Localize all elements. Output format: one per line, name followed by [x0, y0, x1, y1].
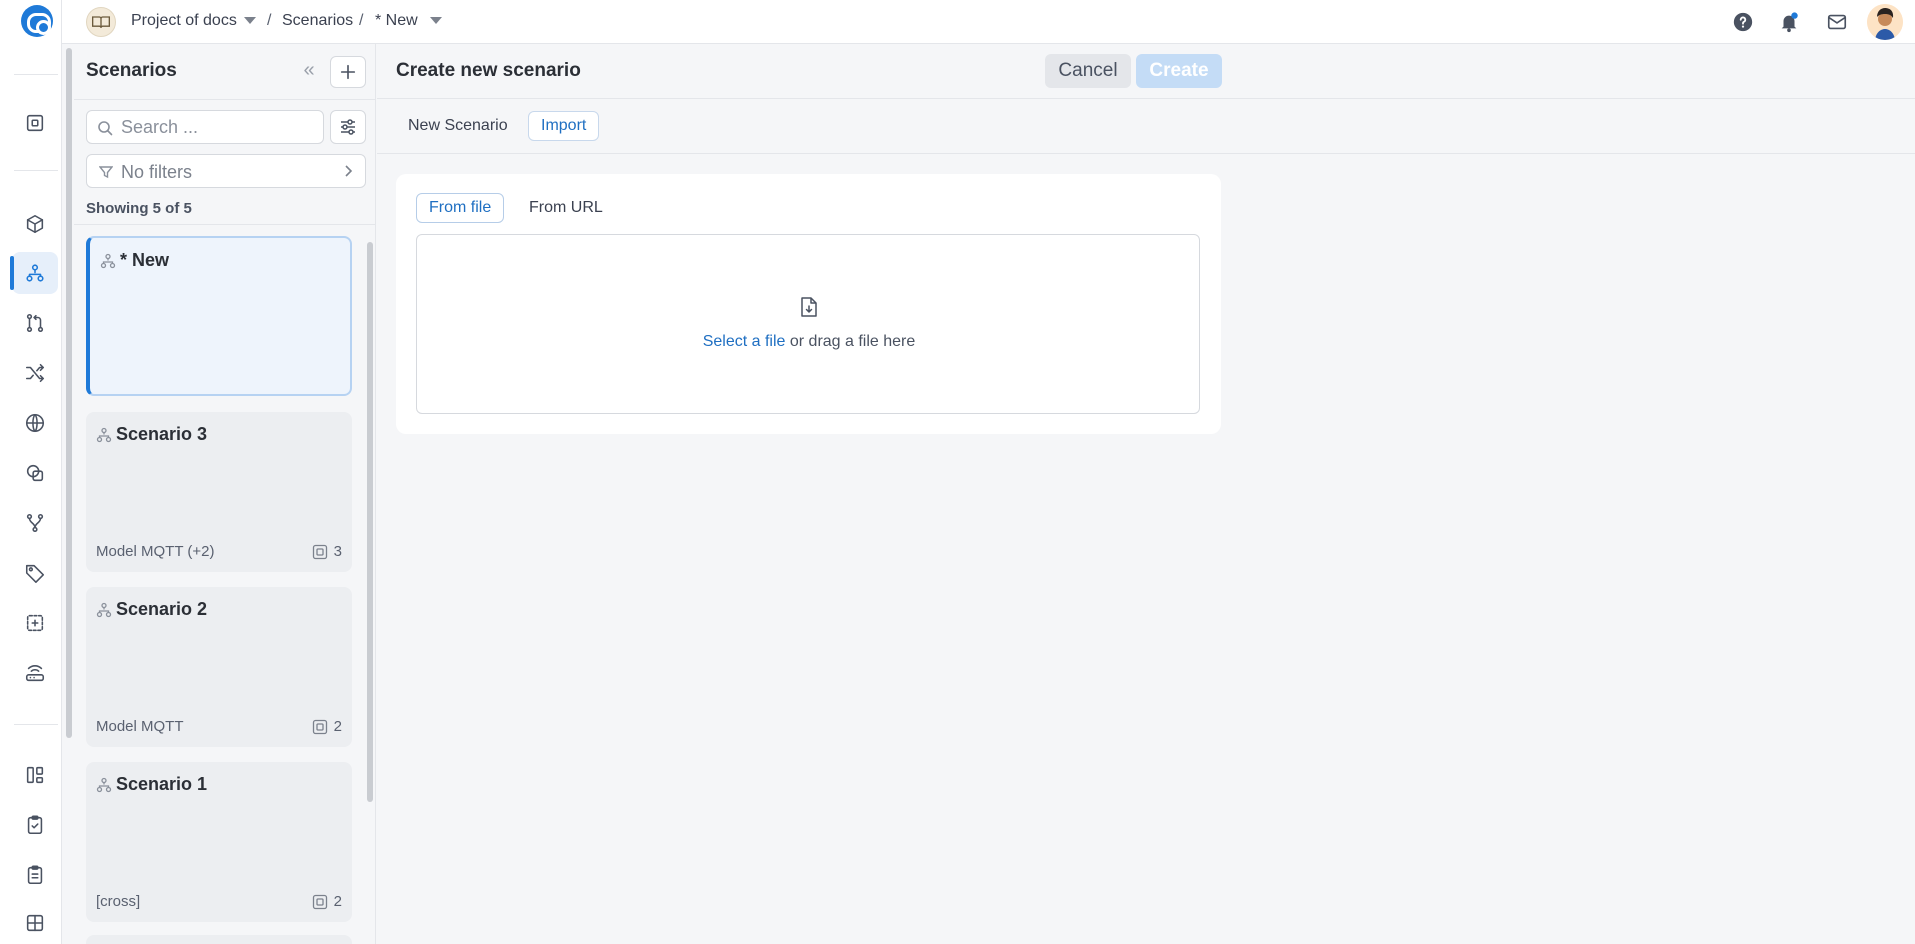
- collapse-panel-icon[interactable]: «: [298, 60, 320, 82]
- rail-divider: [14, 724, 58, 725]
- scenario-model: Model MQTT (+2): [96, 543, 215, 560]
- scenario-icon: [96, 427, 112, 443]
- dropzone-text: Select a file or drag a file here: [417, 333, 1201, 351]
- clipboard-list-icon[interactable]: [12, 854, 58, 896]
- divider: [74, 99, 376, 100]
- cancel-button[interactable]: Cancel: [1045, 54, 1131, 88]
- create-button[interactable]: Create: [1136, 54, 1222, 88]
- scenarios-panel: Scenarios « No filters Showing 5 of 5 * …: [74, 44, 376, 944]
- grid-icon[interactable]: [12, 902, 58, 944]
- rail-divider: [14, 170, 58, 171]
- filter-settings-button[interactable]: [330, 110, 366, 144]
- rail-divider: [14, 74, 58, 75]
- list-scrollbar[interactable]: [367, 242, 373, 802]
- scenario-count-value: 2: [333, 893, 342, 910]
- shuffle-icon[interactable]: [12, 352, 58, 394]
- help-icon[interactable]: [1731, 10, 1755, 34]
- filters-dropdown[interactable]: No filters: [86, 154, 366, 188]
- scenario-model: [cross]: [96, 893, 141, 910]
- scenario-count-value: 2: [333, 718, 342, 735]
- page-title: Create new scenario: [396, 60, 581, 81]
- layout-icon[interactable]: [12, 754, 58, 796]
- main-header: Create new scenario Cancel Create: [377, 44, 1915, 99]
- breadcrumb-separator: /: [267, 12, 272, 29]
- scenario-count: 2: [312, 893, 342, 910]
- scenario-icon: [100, 253, 116, 269]
- scenario-card-new[interactable]: * New: [86, 236, 352, 396]
- scenario-card[interactable]: Scenario 1 [cross] 2: [86, 762, 352, 922]
- model-box-icon: [312, 719, 327, 734]
- results-count: Showing 5 of 5: [86, 200, 192, 217]
- rail-scrollbar[interactable]: [66, 48, 72, 738]
- model-box-icon: [312, 894, 327, 909]
- filter-funnel-icon: [99, 166, 113, 179]
- search-box: [86, 110, 324, 144]
- tab-import[interactable]: Import: [528, 111, 600, 141]
- scenario-card[interactable]: Scenario 3 Model MQTT (+2) 3: [86, 412, 352, 572]
- tab-new-scenario[interactable]: New Scenario: [396, 111, 520, 141]
- scenario-icon: [96, 777, 112, 793]
- scenarios-icon[interactable]: [10, 252, 58, 294]
- scenario-count: 2: [312, 718, 342, 735]
- dashboard-icon[interactable]: [12, 102, 58, 144]
- scenario-title: Scenario 1: [116, 774, 208, 794]
- model-box-icon: [312, 544, 327, 559]
- pull-request-icon[interactable]: [12, 302, 58, 344]
- divider: [74, 224, 376, 225]
- scenario-card[interactable]: Scenario 2 Model MQTT 2: [86, 587, 352, 747]
- tab-from-file[interactable]: From file: [416, 193, 505, 223]
- panel-title: Scenarios: [86, 60, 177, 81]
- left-nav-rail: [0, 0, 62, 944]
- scenario-count-value: 3: [333, 543, 342, 560]
- app-logo-icon[interactable]: [21, 5, 53, 37]
- breadcrumb-scenarios[interactable]: Scenarios: [282, 12, 353, 30]
- file-dropzone[interactable]: Select a file or drag a file here: [416, 234, 1200, 414]
- branches-icon[interactable]: [12, 502, 58, 544]
- scenario-title: Scenario 3: [116, 424, 208, 444]
- top-bar: Project of docs / Scenarios / * New: [62, 0, 1915, 44]
- filters-label: No filters: [121, 162, 193, 182]
- file-download-icon: [801, 297, 817, 317]
- project-dropdown-icon[interactable]: [244, 17, 256, 24]
- insert-icon[interactable]: [12, 602, 58, 644]
- scenario-count: 3: [312, 543, 342, 560]
- sliders-icon: [341, 119, 355, 135]
- scenario-card-partial[interactable]: [86, 935, 352, 944]
- cube-icon[interactable]: [12, 203, 58, 245]
- scenario-title: Scenario 2: [116, 599, 208, 619]
- drag-hint: or drag a file here: [785, 333, 916, 350]
- globe-icon[interactable]: [12, 402, 58, 444]
- mail-icon[interactable]: [1825, 10, 1849, 34]
- mode-tabs: New Scenario Import: [377, 99, 1915, 154]
- import-card: From file From URL Select a file or drag…: [396, 174, 1221, 434]
- user-avatar[interactable]: [1867, 4, 1903, 40]
- clipboard-check-icon[interactable]: [12, 804, 58, 846]
- scenario-icon: [96, 602, 112, 618]
- select-file-link[interactable]: Select a file: [703, 333, 786, 350]
- add-scenario-button[interactable]: [330, 56, 366, 88]
- tab-from-url[interactable]: From URL: [517, 193, 615, 223]
- scenario-model: Model MQTT: [96, 718, 184, 735]
- scenario-dropdown-icon[interactable]: [430, 17, 442, 24]
- tag-icon[interactable]: [12, 552, 58, 594]
- search-icon: [98, 121, 113, 136]
- shapes-icon[interactable]: [12, 452, 58, 494]
- chevron-right-icon: [345, 165, 353, 177]
- breadcrumb-separator: /: [359, 12, 364, 29]
- breadcrumb-project[interactable]: Project of docs: [131, 12, 237, 30]
- project-book-icon[interactable]: [86, 7, 116, 37]
- scenario-title: * New: [120, 250, 170, 270]
- search-input[interactable]: [121, 115, 317, 139]
- breadcrumb-current: * New: [375, 12, 418, 29]
- router-icon[interactable]: [12, 652, 58, 694]
- notifications-bell-icon[interactable]: [1777, 10, 1801, 34]
- plus-icon: [340, 64, 356, 80]
